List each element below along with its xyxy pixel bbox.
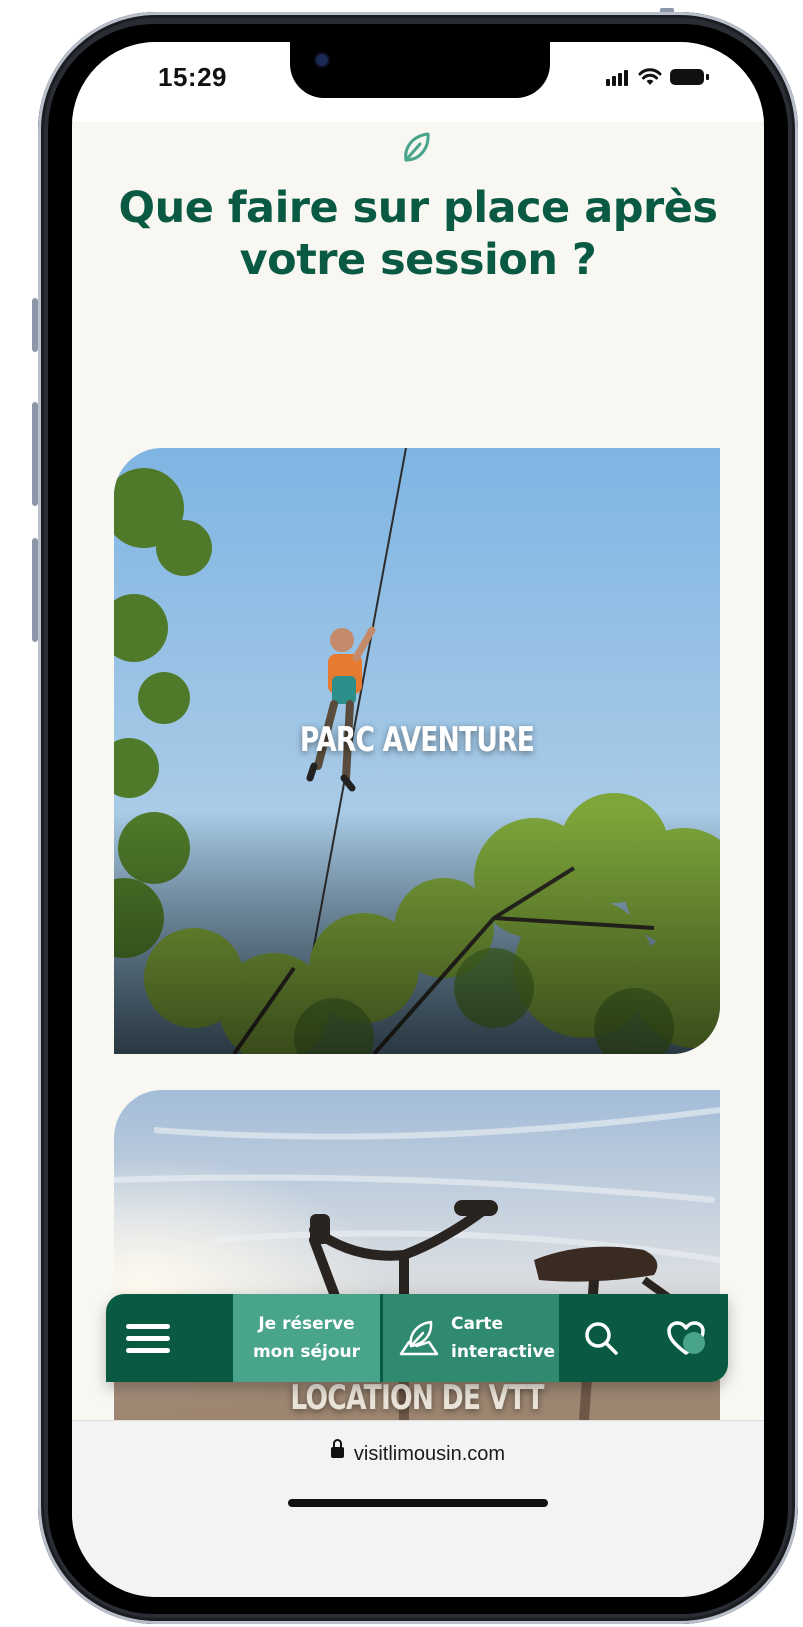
cellular-signal-icon [606, 68, 630, 86]
reserve-label-line2: mon séjour [252, 1342, 361, 1362]
volume-up-button [32, 402, 38, 506]
battery-icon [670, 69, 709, 85]
search-icon [585, 1322, 618, 1355]
hamburger-menu-icon [126, 1317, 170, 1360]
card-title: PARC AVENTURE [299, 720, 535, 760]
home-indicator[interactable] [288, 1499, 548, 1507]
bottom-nav: Je réserve mon séjour Carte interactive [106, 1294, 728, 1382]
section-title: Que faire sur place après votre session … [118, 183, 718, 285]
map-label-line2: interactive [451, 1342, 556, 1362]
favorites-button[interactable] [643, 1294, 728, 1382]
reserve-label-line1: Je réserve [258, 1314, 355, 1334]
screen: 15:29 Que faire sur place après votre se… [72, 42, 764, 1597]
status-bar: 15:29 [72, 42, 764, 122]
notch [290, 42, 550, 98]
mute-switch [32, 298, 38, 352]
map-leaf-icon [399, 1320, 439, 1356]
browser-address-bar[interactable]: visitlimousin.com [72, 1420, 764, 1597]
leaf-icon [404, 132, 430, 162]
status-icons [606, 68, 709, 86]
lock-icon [330, 1439, 344, 1459]
favorites-badge [683, 1332, 705, 1354]
reserve-stay-button[interactable]: Je réserve mon séjour [233, 1294, 383, 1382]
activity-card-parc-aventure[interactable]: PARC AVENTURE [114, 448, 720, 1054]
map-label-line1: Carte [451, 1314, 503, 1334]
card-title: LOCATION DE VTT [290, 1378, 544, 1418]
volume-down-button [32, 538, 38, 642]
url-text: visitlimousin.com [353, 1443, 506, 1465]
search-button[interactable] [559, 1294, 643, 1382]
wifi-icon [638, 68, 662, 85]
status-time: 15:29 [158, 62, 227, 92]
address-bar-url[interactable]: visitlimousin.com [72, 1439, 764, 1466]
interactive-map-button[interactable]: Carte interactive [383, 1294, 559, 1382]
menu-button[interactable] [106, 1294, 233, 1382]
front-camera [316, 54, 328, 66]
